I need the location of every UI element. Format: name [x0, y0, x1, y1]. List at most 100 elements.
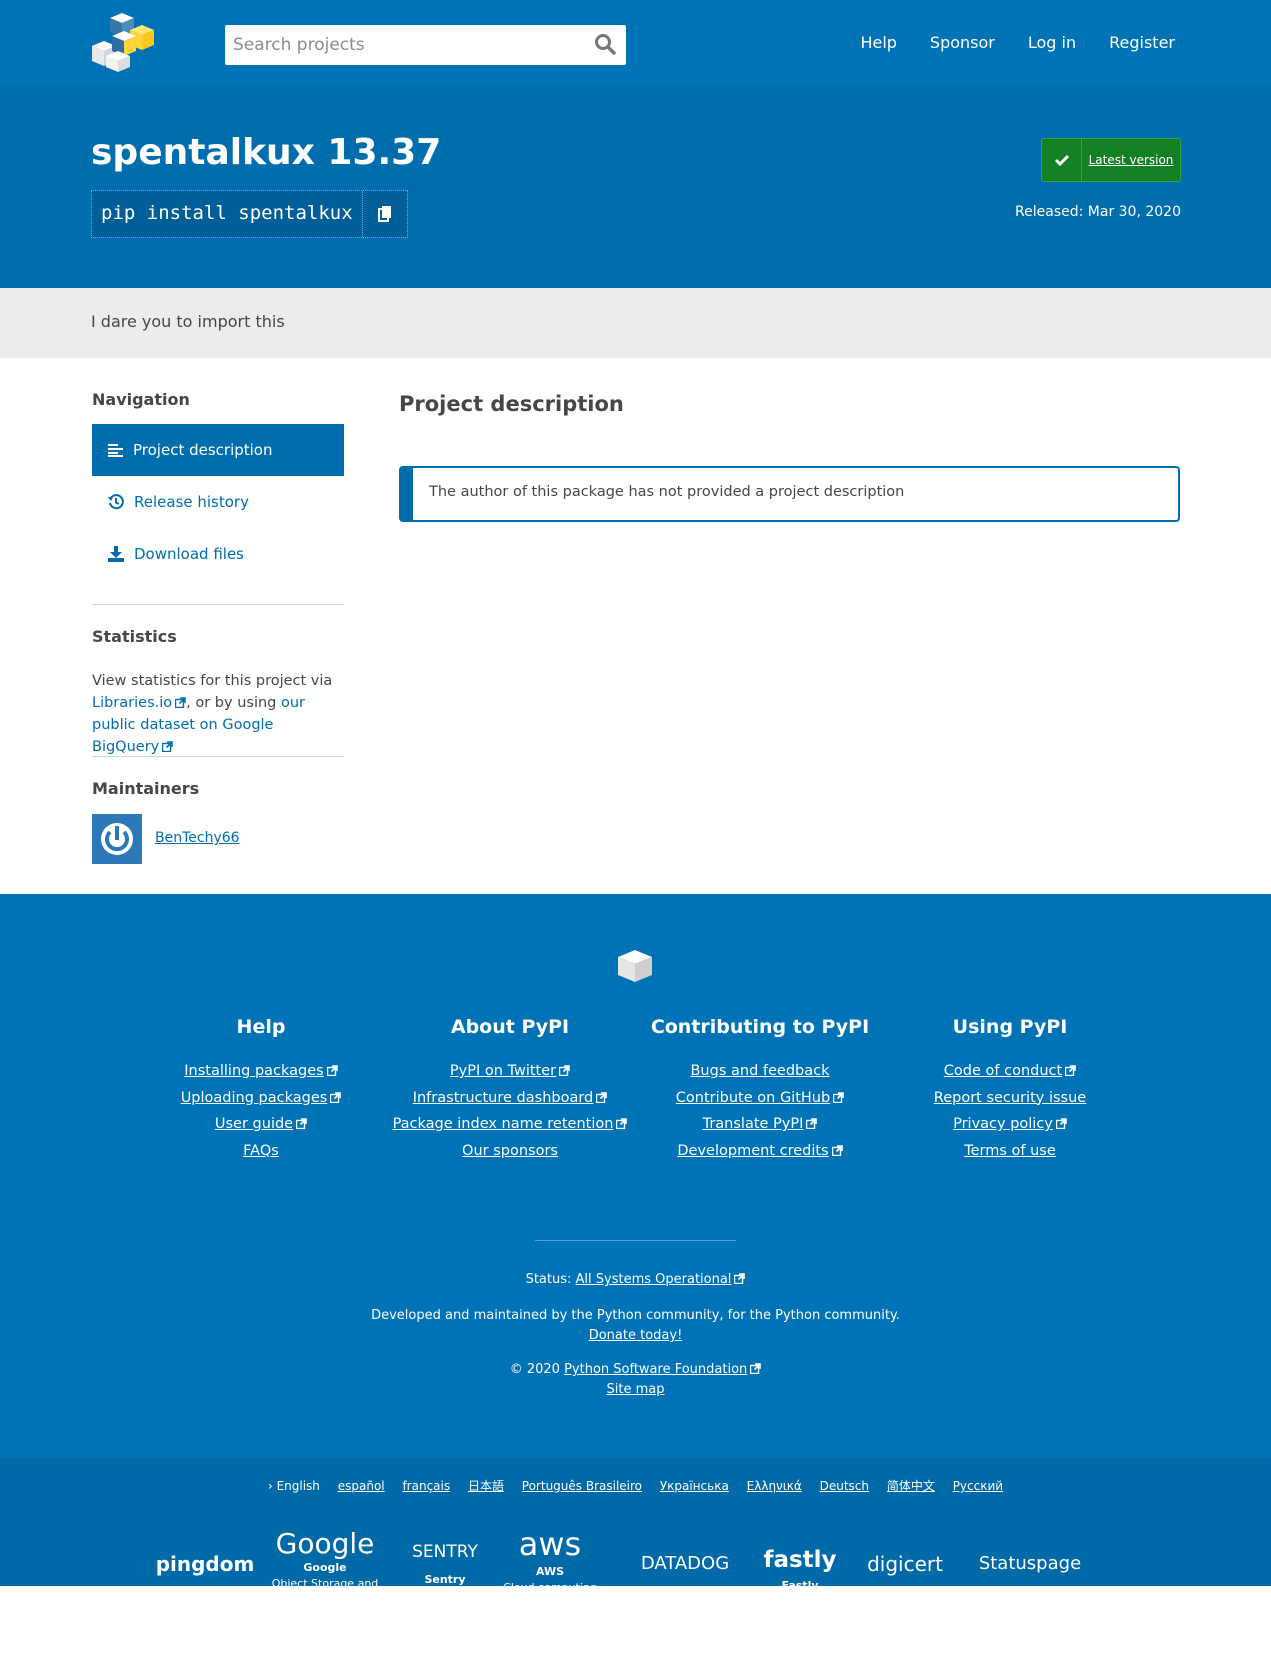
maintainer-link[interactable]: BenTechy66 [155, 830, 240, 846]
language-option[interactable]: Deutsch [820, 1479, 869, 1493]
status-link[interactable]: All Systems Operational [576, 1272, 732, 1287]
footer-col-contributing: Contributing to PyPI Bugs and feedback C… [635, 1016, 885, 1164]
footer-col-title: Using PyPI [952, 1016, 1068, 1038]
language-option[interactable]: Português Brasileiro [522, 1479, 642, 1493]
footer-col-help: Help Installing packages Uploading packa… [136, 1016, 386, 1164]
psf-link[interactable]: Python Software Foundation [564, 1362, 747, 1377]
footer-col-using: Using PyPI Code of conduct Report securi… [885, 1016, 1135, 1164]
sponsor-datadog[interactable]: DATADOG DataDog Monitoring [620, 1553, 750, 1616]
footer-link[interactable]: Bugs and feedback [635, 1058, 885, 1085]
download-icon [108, 546, 124, 562]
footer-link[interactable]: Infrastructure dashboard [385, 1085, 635, 1112]
avatar[interactable] [92, 814, 142, 864]
language-option[interactable]: 日本語 [468, 1479, 504, 1493]
maintainers-heading: Maintainers [92, 779, 200, 798]
external-link-icon [1055, 1118, 1067, 1129]
language-option[interactable]: Українська [660, 1479, 729, 1493]
sponsor-aws[interactable]: aws AWS Cloud computing [500, 1525, 600, 1596]
external-link-icon [734, 1273, 746, 1284]
site-footer: Help Installing packages Uploading packa… [0, 894, 1271, 1458]
external-link-icon [326, 1065, 338, 1076]
language-current[interactable]: › English [268, 1479, 320, 1493]
latest-version-label: Latest version [1088, 153, 1174, 167]
sponsor-fastly[interactable]: fastly Fastly CDN [760, 1547, 840, 1610]
footer-col-title: Help [236, 1016, 286, 1038]
pypi-footer-logo-icon [618, 950, 652, 982]
nav-sponsor-link[interactable]: Sponsor [930, 33, 995, 52]
aws-logo: aws [518, 1525, 582, 1563]
fastly-logo: fastly [763, 1547, 837, 1573]
external-link-icon [330, 1091, 342, 1103]
pypi-logo-icon[interactable] [88, 12, 158, 72]
check-icon [1042, 139, 1082, 181]
external-link-icon [175, 697, 186, 708]
language-option[interactable]: español [338, 1479, 385, 1493]
search-icon[interactable] [594, 33, 616, 55]
stats-middle: , or by using [186, 695, 277, 711]
language-option[interactable]: Русский [953, 1479, 1003, 1493]
copy-button[interactable] [362, 191, 407, 237]
footer-link[interactable]: Report security issue [885, 1085, 1135, 1112]
external-link-icon [750, 1363, 762, 1374]
footer-link[interactable]: Code of conduct [885, 1058, 1135, 1085]
statistics-heading: Statistics [92, 627, 177, 646]
developed-text: Developed and maintained by the Python c… [371, 1308, 900, 1323]
nav-help-link[interactable]: Help [860, 33, 896, 52]
sitemap-link[interactable]: Site map [607, 1382, 665, 1397]
nav-register-link[interactable]: Register [1109, 33, 1175, 52]
donate-link[interactable]: Donate today! [589, 1328, 683, 1343]
footer-link[interactable]: Our sponsors [385, 1138, 635, 1165]
language-option[interactable]: Ελληνικά [747, 1479, 802, 1493]
sponsor-google[interactable]: Google Google Object Storage and Download… [270, 1527, 380, 1608]
footer-link[interactable]: Contribute on GitHub [635, 1085, 885, 1112]
footer-link[interactable]: User guide [136, 1111, 386, 1138]
footer-link[interactable]: Privacy policy [885, 1111, 1135, 1138]
footer-link[interactable]: Terms of use [885, 1138, 1135, 1165]
power-icon [101, 823, 133, 855]
chevron-right-icon: › [267, 1479, 273, 1493]
package-summary: I dare you to import this [0, 288, 1271, 358]
footer-link[interactable]: Package index name retention [385, 1111, 635, 1138]
external-link-icon [616, 1118, 628, 1129]
sponsor-statuspage[interactable]: Statuspage StatusPage Status page [970, 1555, 1090, 1616]
pip-install-box: pip install spentalkux [91, 190, 408, 238]
sidebar-item-label: Release history [134, 493, 249, 511]
footer-link[interactable]: Installing packages [136, 1058, 386, 1085]
google-logo: Google [275, 1527, 375, 1560]
language-option[interactable]: français [402, 1479, 450, 1493]
libraries-io-link[interactable]: Libraries.io [92, 695, 172, 711]
sidebar-item-release-history[interactable]: Release history [92, 476, 344, 528]
sidebar-item-project-description[interactable]: Project description [92, 424, 344, 476]
footer-col-about: About PyPI PyPI on Twitter Infrastructur… [385, 1016, 635, 1164]
latest-version-button[interactable]: Latest version [1041, 138, 1181, 182]
datadog-logo: DATADOG [640, 1553, 730, 1574]
search-placeholder: Search projects [233, 35, 365, 55]
footer-link[interactable]: FAQs [136, 1138, 386, 1165]
sidebar-item-download-files[interactable]: Download files [92, 528, 344, 580]
main-content: Navigation Project description Release h… [0, 358, 1271, 894]
footer-link[interactable]: Uploading packages [136, 1085, 386, 1112]
footer-col-title: Contributing to PyPI [650, 1016, 870, 1038]
release-date: Released: Mar 30, 2020 [1015, 204, 1181, 220]
sitemap-line: Site map [0, 1382, 1271, 1397]
sidebar-item-label: Download files [134, 545, 244, 563]
external-link-icon [1065, 1065, 1077, 1076]
site-header: Search projects Help Sponsor Log in Regi… [0, 0, 1271, 86]
footer-link[interactable]: Development credits [635, 1138, 885, 1165]
language-selector: › English español français 日本語 Português… [0, 1477, 1271, 1494]
footer-link[interactable]: PyPI on Twitter [385, 1058, 635, 1085]
sponsor-digicert[interactable]: digicert DigiCert EV certificate [850, 1554, 960, 1616]
language-option[interactable]: 简体中文 [887, 1479, 935, 1493]
external-link-icon [806, 1118, 818, 1129]
external-link-icon [833, 1091, 844, 1103]
package-title: spentalkux 13.37 [91, 132, 442, 173]
statistics-text: View statistics for this project via Lib… [92, 670, 344, 758]
search-input[interactable]: Search projects [225, 25, 626, 65]
sponsor-pingdom[interactable]: pingdom Pingdom Monitoring [150, 1554, 260, 1616]
status-label: Status: [525, 1272, 572, 1287]
copy-icon [377, 206, 391, 222]
nav-login-link[interactable]: Log in [1028, 33, 1076, 52]
pip-command[interactable]: pip install spentalkux [92, 191, 363, 237]
footer-link[interactable]: Translate PyPI [635, 1111, 885, 1138]
sponsor-sentry[interactable]: SENTRY Sentry Error logging [400, 1544, 490, 1604]
